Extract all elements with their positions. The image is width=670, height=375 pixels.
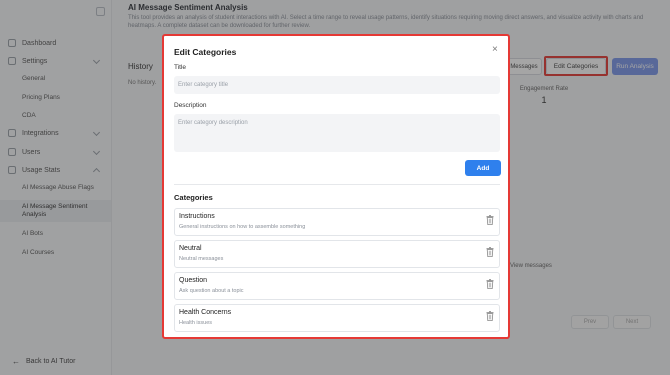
category-description: Neutral messages (179, 256, 224, 262)
category-item: Instructions General instructions on how… (174, 208, 500, 236)
trash-icon[interactable] (486, 311, 494, 321)
title-field-label: Title (174, 64, 187, 71)
category-description: Health issues (179, 320, 213, 326)
category-description: General instructions on how to assemble … (179, 224, 306, 230)
description-field-label: Description (174, 102, 207, 109)
category-description: Ask question about a topic (179, 288, 244, 294)
edit-categories-modal: Edit Categories × Title Enter category t… (162, 34, 510, 339)
category-item: Question Ask question about a topic (174, 272, 500, 300)
trash-icon[interactable] (486, 279, 494, 289)
category-name: Instructions (179, 213, 215, 220)
category-name: Neutral (179, 245, 202, 252)
trash-icon[interactable] (486, 215, 494, 225)
category-name: Health Concerns (179, 309, 232, 316)
modal-title: Edit Categories (174, 47, 237, 57)
category-name: Question (179, 277, 208, 284)
add-category-button[interactable]: Add (465, 160, 501, 176)
divider (174, 184, 500, 185)
categories-heading: Categories (174, 193, 213, 202)
category-title-input[interactable]: Enter category title (174, 76, 500, 94)
trash-icon[interactable] (486, 247, 494, 257)
category-item: Health Concerns Health issues (174, 304, 500, 332)
close-icon[interactable]: × (492, 44, 498, 55)
category-item: Neutral Neutral messages (174, 240, 500, 268)
category-description-input[interactable]: Enter category description (174, 114, 500, 152)
